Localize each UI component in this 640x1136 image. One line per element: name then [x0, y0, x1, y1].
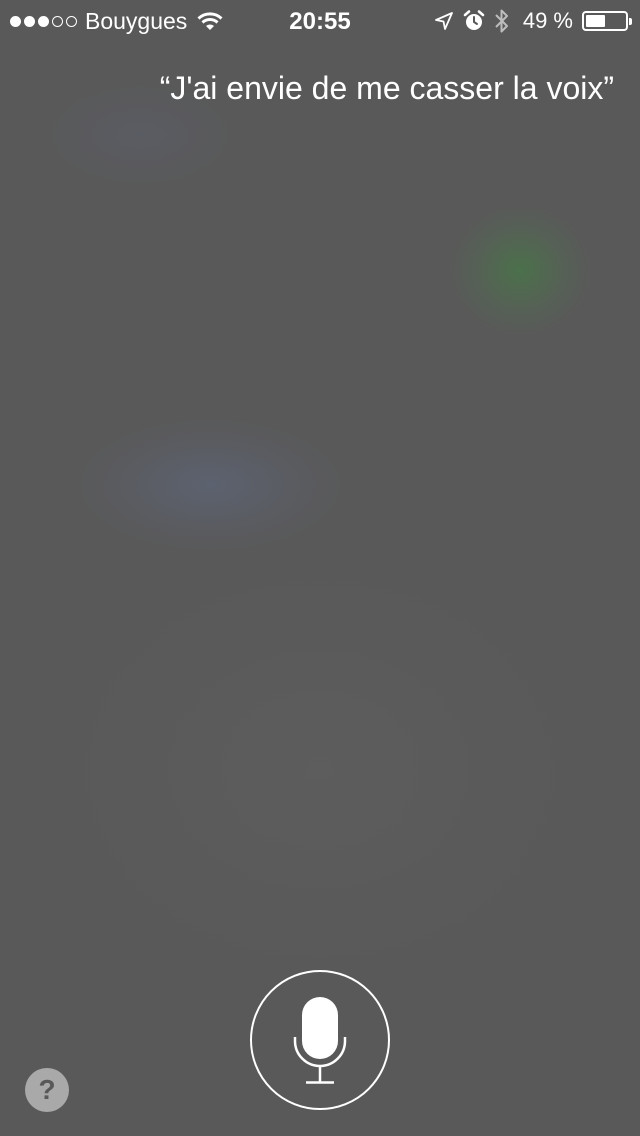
status-bar: Bouygues 20:55 49 %	[0, 0, 640, 40]
battery-level	[586, 15, 605, 27]
status-right: 49 %	[434, 7, 632, 35]
background-blur-light	[60, 560, 580, 980]
bluetooth-icon	[495, 9, 508, 33]
help-button[interactable]: ?	[25, 1068, 69, 1112]
battery-percent: 49 %	[522, 8, 573, 33]
background-blur-blue	[80, 420, 340, 550]
microphone-icon	[293, 997, 347, 1084]
battery-icon	[582, 11, 632, 31]
siri-query-text: “J'ai envie de me casser la voix”	[159, 70, 614, 106]
background-blur-green	[450, 205, 590, 335]
microphone-button[interactable]	[250, 970, 390, 1110]
alarm-clock-icon	[463, 10, 485, 30]
location-arrow-icon	[434, 12, 453, 30]
